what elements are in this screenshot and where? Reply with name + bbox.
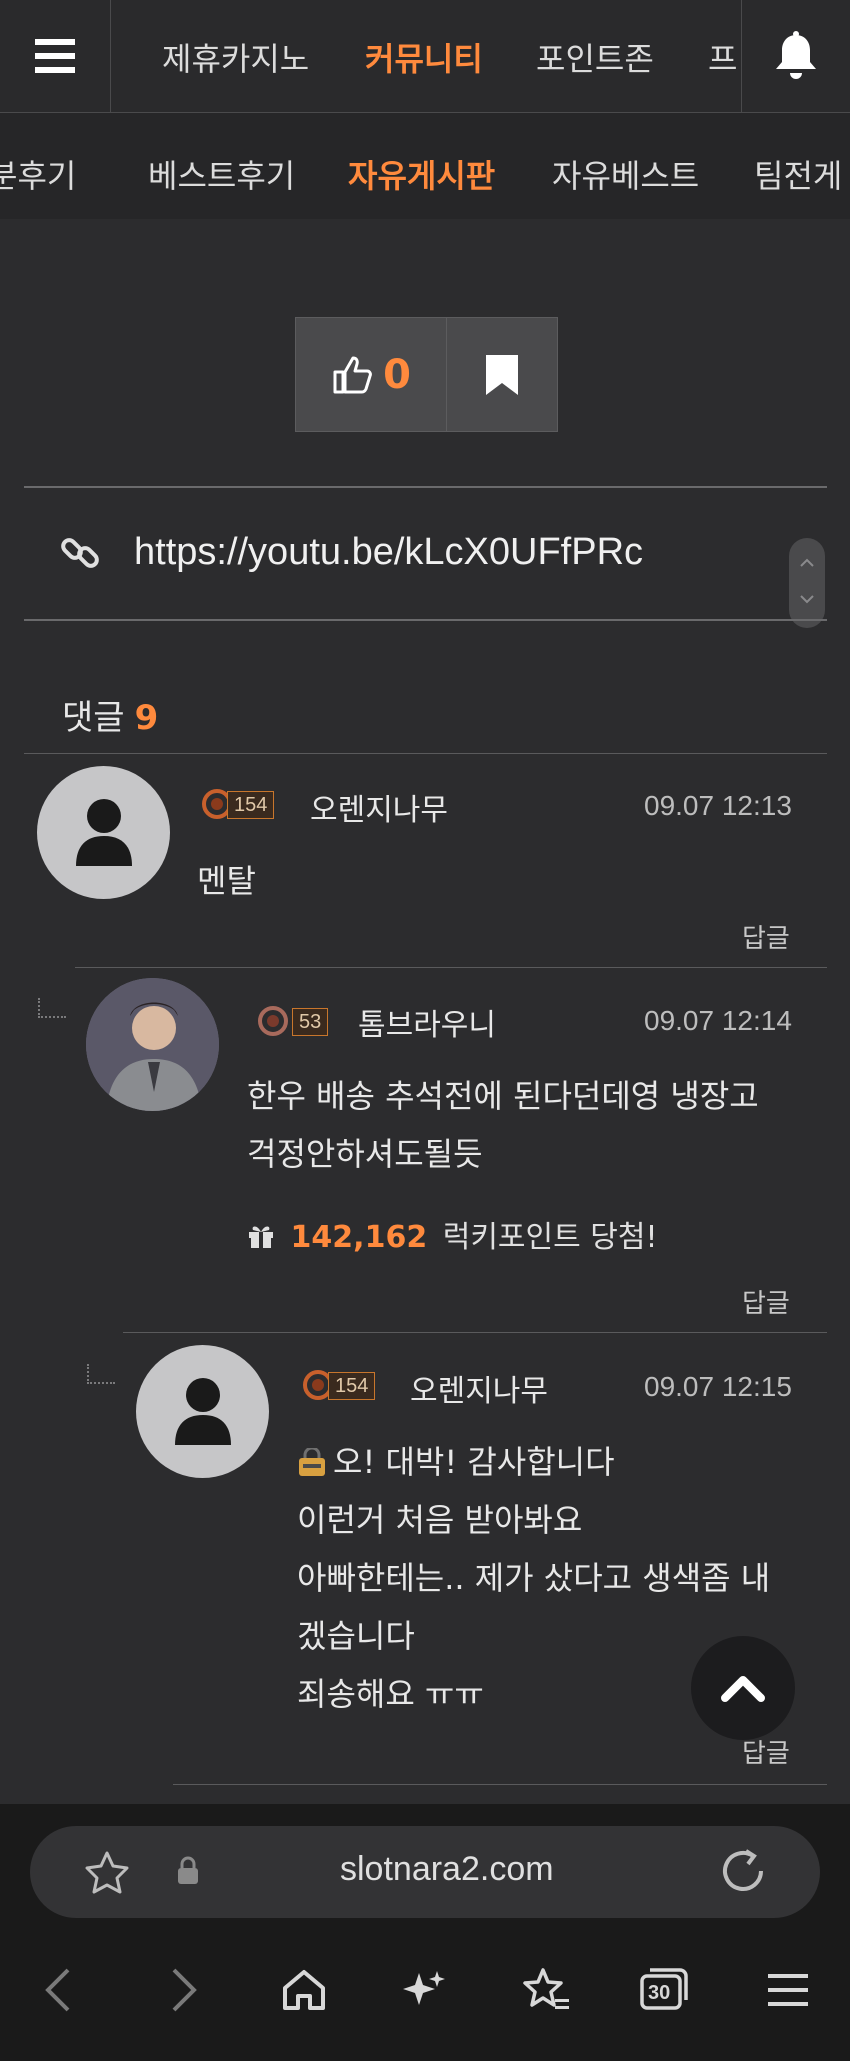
comment-text: 아빠한테는.. 제가 샀다고 생색좀 내 [297, 1559, 771, 1597]
divider [123, 1332, 827, 1333]
comment-text: 멘탈 [197, 862, 256, 900]
post-actions: 0 [295, 317, 558, 432]
gift-icon [249, 1226, 273, 1248]
tabs-button[interactable]: 30 [636, 1960, 696, 2020]
prize-text: 럭키포인트 당첨! [442, 1220, 658, 1255]
reload-icon[interactable] [720, 1848, 766, 1894]
hamburger-icon [768, 1974, 808, 2006]
reply-button[interactable]: 답글 [742, 918, 790, 955]
menu-button[interactable] [0, 0, 111, 112]
tab-overflow[interactable]: 프 [708, 34, 737, 80]
comment-text: 걱정안하셔도될듯 [247, 1135, 483, 1173]
link-icon [61, 538, 99, 568]
reply-arrow-icon [87, 1364, 115, 1384]
tab-partner-casino[interactable]: 제휴카지노 [162, 34, 309, 80]
user-icon [175, 1378, 231, 1445]
chevron-left-icon [45, 1968, 70, 2012]
url-text[interactable]: slotnara2.com [340, 1850, 554, 1889]
comment-text: 죄송해요 ㅠㅠ [297, 1675, 484, 1713]
tab-count: 30 [648, 1982, 671, 2004]
chevron-right-icon [172, 1968, 197, 2012]
bookmark-icon [486, 354, 518, 395]
user-icon [76, 799, 132, 866]
back-button[interactable] [28, 1960, 88, 2020]
comments-count: 9 [134, 698, 159, 738]
avatar[interactable] [136, 1345, 269, 1478]
comment-text: 겠습니다 [297, 1617, 415, 1655]
avatar[interactable] [37, 766, 170, 899]
comment-time: 09.07 12:15 [644, 1371, 792, 1402]
link-url[interactable]: https://youtu.be/kLcX0UFfPRc [134, 531, 643, 574]
profile-photo [86, 978, 219, 1111]
notification-button[interactable] [741, 0, 850, 112]
subtab-free-board[interactable]: 자유게시판 [348, 151, 495, 197]
lock-icon [178, 1856, 198, 1884]
home-button[interactable] [274, 1960, 334, 2020]
rank-emblem-icon [258, 1006, 288, 1036]
top-navigation: 제휴카지노 커뮤니티 포인트존 프 [0, 0, 850, 113]
level-number: 154 [227, 791, 275, 819]
comment-author[interactable]: 오렌지나무 [310, 785, 448, 829]
level-number: 53 [292, 1008, 329, 1036]
comments-label: 댓글 [62, 698, 125, 738]
chevron-down-icon [800, 595, 814, 604]
chevron-up-icon [721, 1676, 765, 1702]
comment-text: 한우 배송 추석전에 된다던데영 냉장고 [247, 1077, 759, 1115]
comment-time: 09.07 12:13 [644, 790, 792, 821]
assistant-button[interactable] [394, 1960, 454, 2020]
divider [173, 1784, 827, 1785]
thumbs-up-icon [333, 356, 372, 393]
subtab-free-best[interactable]: 자유베스트 [552, 151, 699, 197]
home-icon [283, 1970, 325, 2010]
link-row[interactable]: https://youtu.be/kLcX0UFfPRc [24, 489, 827, 619]
divider [24, 619, 827, 621]
reply-arrow-icon [38, 998, 66, 1018]
like-count: 0 [383, 351, 411, 398]
scroll-to-top-button[interactable] [691, 1636, 795, 1740]
bell-icon [776, 31, 816, 79]
top-tabs: 제휴카지노 커뮤니티 포인트존 프 [110, 0, 742, 112]
star-list-icon [523, 1968, 569, 2009]
prize-amount: 142,162 [290, 1220, 428, 1255]
star-icon[interactable] [84, 1850, 130, 1894]
prize-line: 142,162 럭키포인트 당첨! [247, 1212, 658, 1256]
comment-time: 09.07 12:14 [644, 1005, 792, 1036]
level-number: 154 [328, 1372, 376, 1400]
avatar[interactable] [86, 978, 219, 1111]
like-button[interactable]: 0 [296, 318, 447, 431]
divider [24, 486, 827, 488]
comment-author[interactable]: 톰브라우니 [358, 1000, 496, 1044]
divider [24, 753, 827, 754]
hamburger-icon [35, 39, 75, 73]
bookmarks-button[interactable] [516, 1960, 576, 2020]
comments-header: 댓글 9 [62, 690, 158, 739]
comment-author[interactable]: 오렌지나무 [410, 1366, 548, 1410]
address-bar[interactable]: slotnara2.com [30, 1826, 820, 1918]
comment-text: 오! 대박! 감사합니다 [333, 1443, 615, 1481]
tab-point-zone[interactable]: 포인트존 [536, 34, 654, 80]
bookmark-button[interactable] [447, 318, 557, 431]
forward-button[interactable] [154, 1960, 214, 2020]
sub-navigation: 분후기 베스트후기 자유게시판 자유베스트 팀전게 [0, 113, 850, 219]
tab-community[interactable]: 커뮤니티 [365, 34, 483, 80]
subtab-best-reviews[interactable]: 베스트후기 [148, 151, 295, 197]
link-scroll-control[interactable] [789, 538, 825, 628]
divider [75, 967, 827, 968]
sparkle-icon [403, 1971, 445, 2005]
chevron-up-icon [800, 558, 814, 567]
comment-text: 이런거 처음 받아봐요 [297, 1501, 583, 1539]
emoji-lock-icon [299, 1448, 325, 1476]
subtab-reviews[interactable]: 분후기 [0, 151, 76, 197]
subtab-team[interactable]: 팀전게 [754, 151, 842, 197]
reply-button[interactable]: 답글 [742, 1283, 790, 1320]
menu-more-button[interactable] [758, 1960, 818, 2020]
